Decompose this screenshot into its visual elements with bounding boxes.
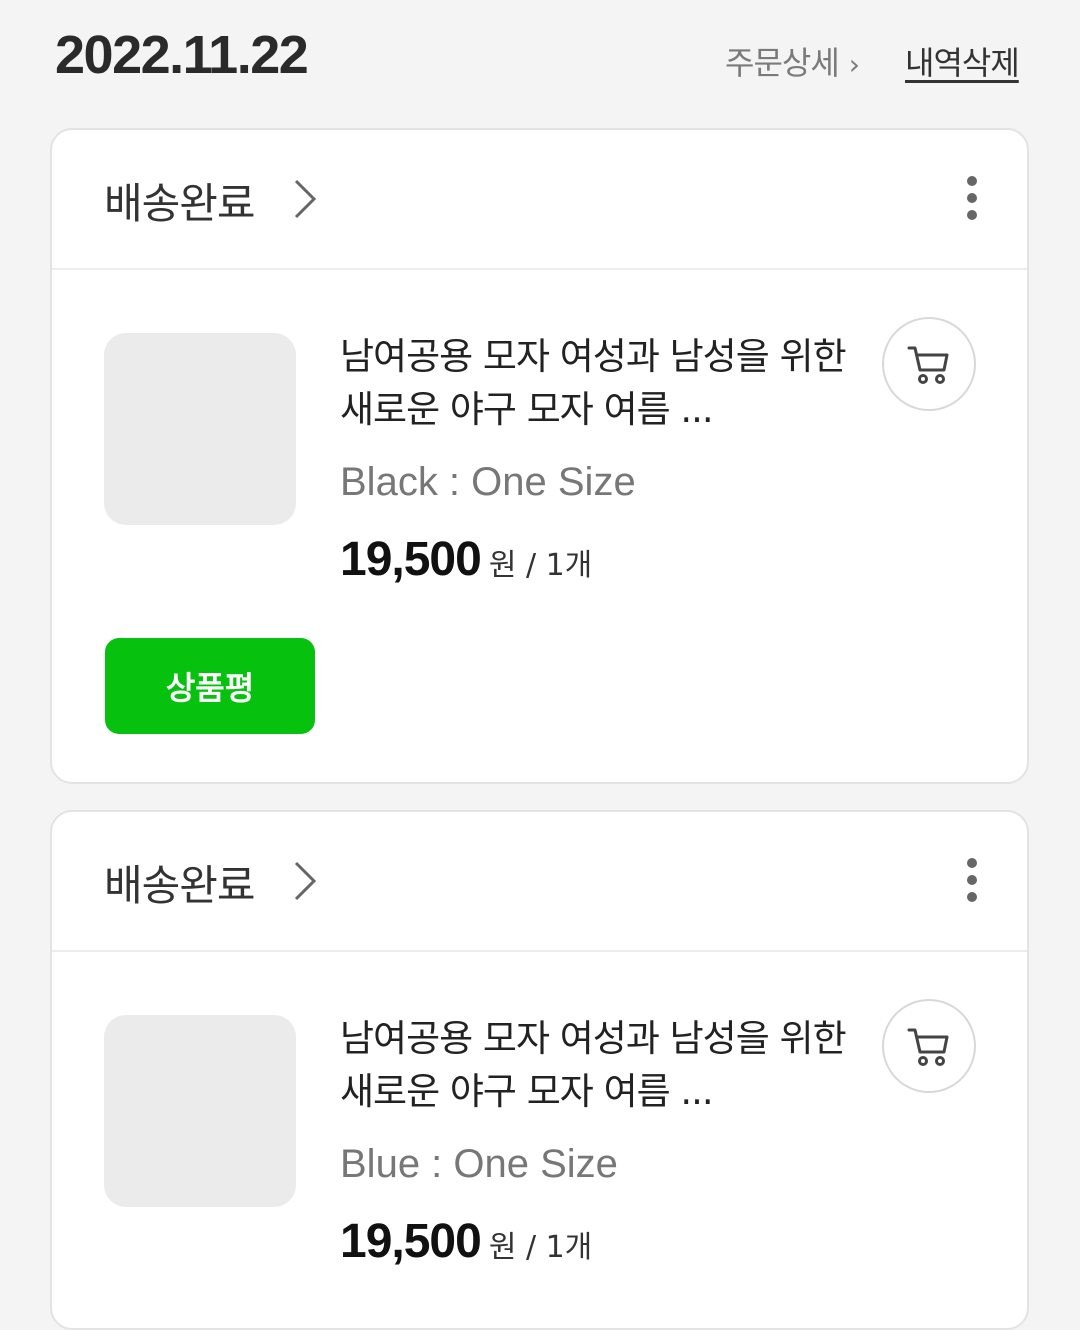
order-detail-label: 주문상세 xyxy=(725,44,840,82)
more-vertical-icon xyxy=(967,176,977,186)
product-price: 19,500 xyxy=(340,533,482,586)
order-date: 2022.11.22 xyxy=(55,25,309,85)
chevron-right-icon: › xyxy=(848,48,860,81)
delivery-status-link[interactable]: 배송완료 xyxy=(104,852,256,913)
chevron-right-icon[interactable] xyxy=(292,178,318,220)
chevron-right-icon[interactable] xyxy=(292,860,318,902)
price-unit-quantity: 원 / 1개 xyxy=(488,548,593,583)
add-to-cart-button[interactable] xyxy=(882,999,976,1093)
product-option: Black : One Size xyxy=(340,460,636,504)
more-vertical-icon xyxy=(967,858,977,868)
product-title[interactable]: 남여공용 모자 여성과 남성을 위한 새로운 야구 모자 여름 ... xyxy=(340,1012,860,1118)
product-thumbnail[interactable] xyxy=(104,1015,296,1207)
product-thumbnail[interactable] xyxy=(104,333,296,525)
write-review-button[interactable]: 상품평 xyxy=(105,638,315,734)
date-header: 2022.11.22 주문상세 › 내역삭제 xyxy=(0,0,1080,110)
product-option: Blue : One Size xyxy=(340,1142,618,1186)
product-title[interactable]: 남여공용 모자 여성과 남성을 위한 새로운 야구 모자 여름 ... xyxy=(340,330,860,436)
order-detail-link[interactable]: 주문상세 › xyxy=(725,38,860,84)
order-card: 배송완료 남여공용 모자 여성과 남성을 위한 새로운 야구 모자 여름 ...… xyxy=(50,128,1029,784)
cart-icon xyxy=(907,346,949,384)
order-card-header: 배송완료 xyxy=(52,812,1027,952)
order-card: 배송완료 남여공용 모자 여성과 남성을 위한 새로운 야구 모자 여름 ...… xyxy=(50,810,1029,1330)
price-row: 19,500 원 / 1개 xyxy=(340,532,592,587)
delete-history-link[interactable]: 내역삭제 xyxy=(905,38,1020,84)
delivery-status-link[interactable]: 배송완료 xyxy=(104,170,256,231)
price-unit-quantity: 원 / 1개 xyxy=(488,1230,593,1265)
price-row: 19,500 원 / 1개 xyxy=(340,1214,592,1269)
cart-icon xyxy=(907,1028,949,1066)
order-card-header: 배송완료 xyxy=(52,130,1027,270)
more-options-button[interactable] xyxy=(957,176,987,226)
more-options-button[interactable] xyxy=(957,858,987,908)
add-to-cart-button[interactable] xyxy=(882,317,976,411)
product-price: 19,500 xyxy=(340,1215,482,1268)
